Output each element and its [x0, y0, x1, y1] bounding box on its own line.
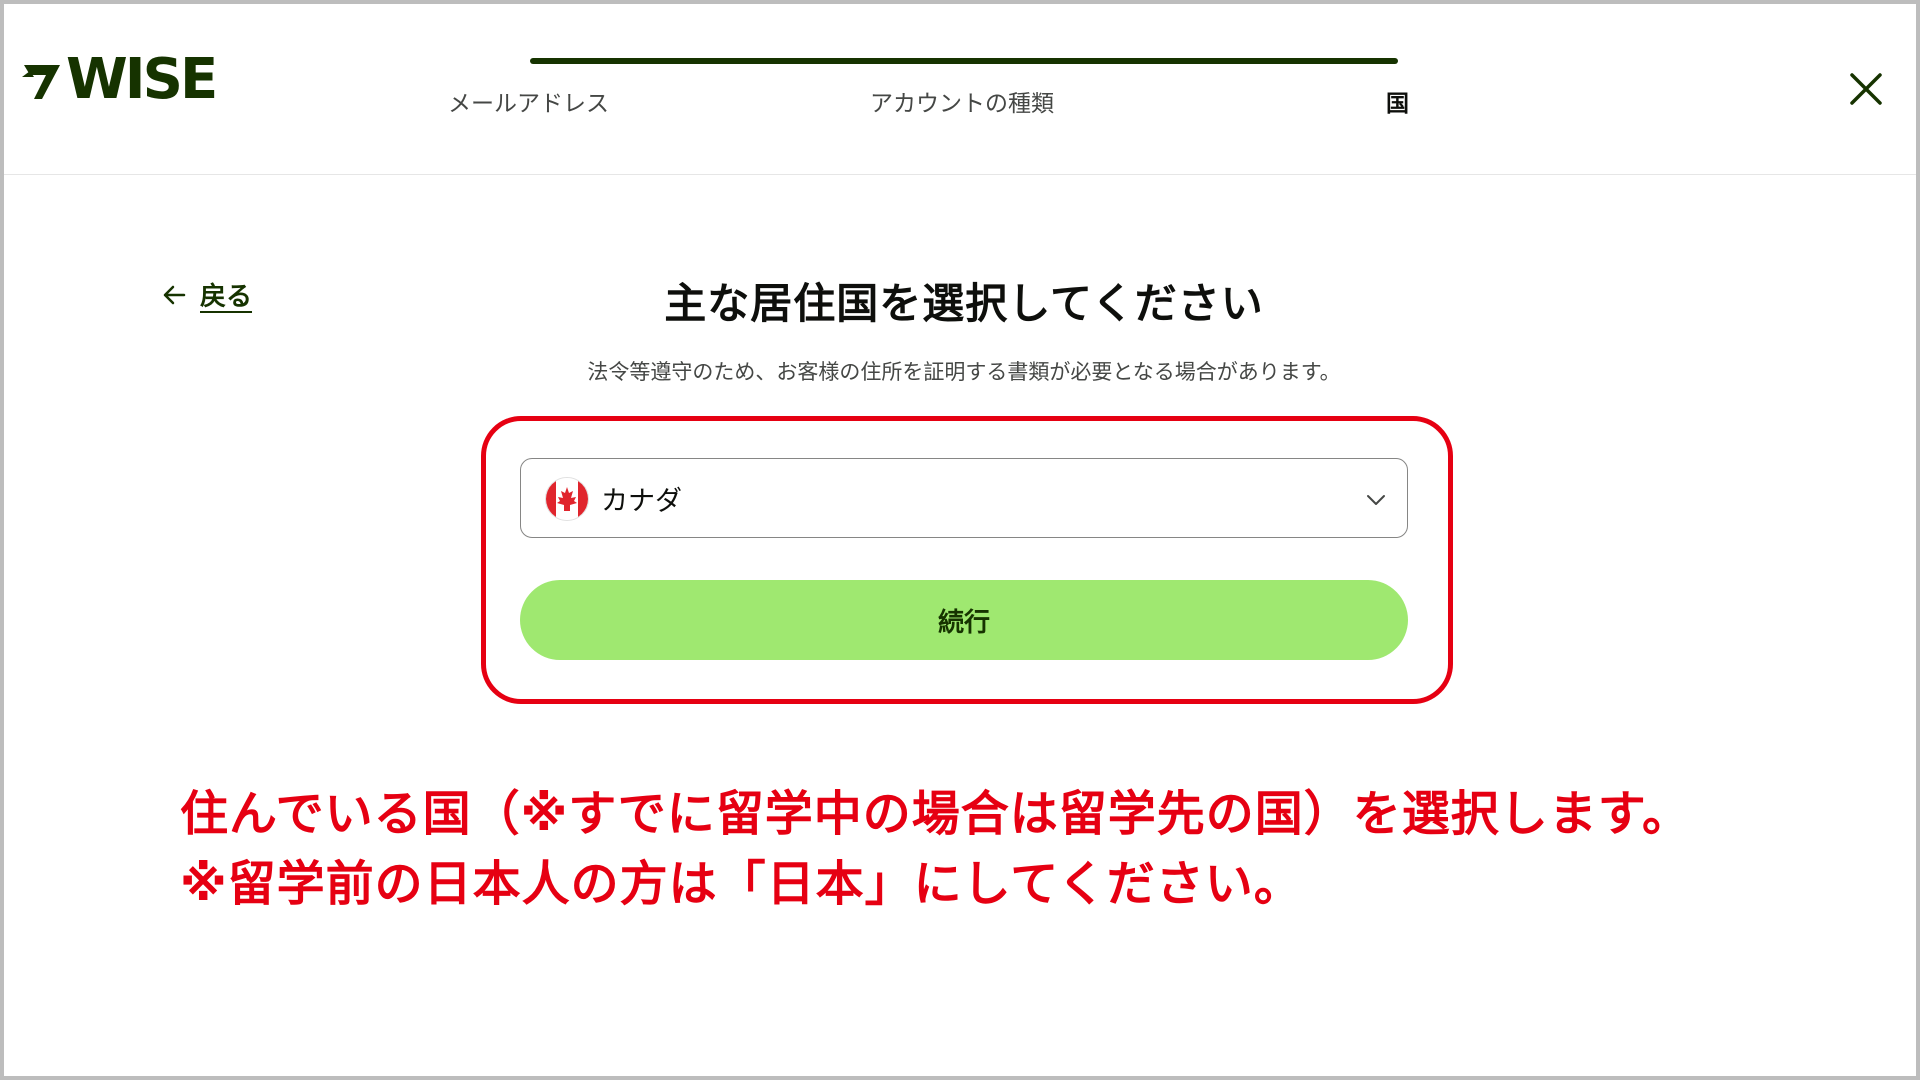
annotation-line-1: 住んでいる国（※すでに留学中の場合は留学先の国）を選択します。 [180, 786, 1691, 842]
screenshot-frame: WISE メールアドレス アカウントの種類 国 戻る 主な居住国を選択してくださ… [0, 0, 1920, 1080]
chevron-down-icon [1367, 495, 1385, 505]
country-select-value: カナダ [601, 486, 682, 517]
step-email: メールアドレス [448, 91, 609, 117]
step-account-type: アカウントの種類 [870, 91, 1054, 117]
country-select[interactable]: カナダ [520, 458, 1408, 538]
page-subtitle: 法令等遵守のため、お客様の住所を証明する書類が必要となる場合があります。 [587, 360, 1341, 384]
wise-logo[interactable]: WISE [20, 47, 218, 112]
canada-flag-icon [545, 477, 589, 521]
top-header: WISE メールアドレス アカウントの種類 国 [4, 4, 1916, 175]
progress-bar [530, 58, 1398, 64]
close-icon[interactable] [1846, 69, 1886, 109]
logo-wordmark: WISE [66, 47, 218, 112]
page-title: 主な居住国を選択してください [664, 279, 1264, 328]
step-country: 国 [1386, 91, 1409, 117]
annotation-line-2: ※留学前の日本人の方は「日本」にしてください。 [180, 856, 1303, 912]
wise-flag-logo-icon [22, 65, 60, 99]
continue-button[interactable]: 続行 [520, 580, 1408, 660]
